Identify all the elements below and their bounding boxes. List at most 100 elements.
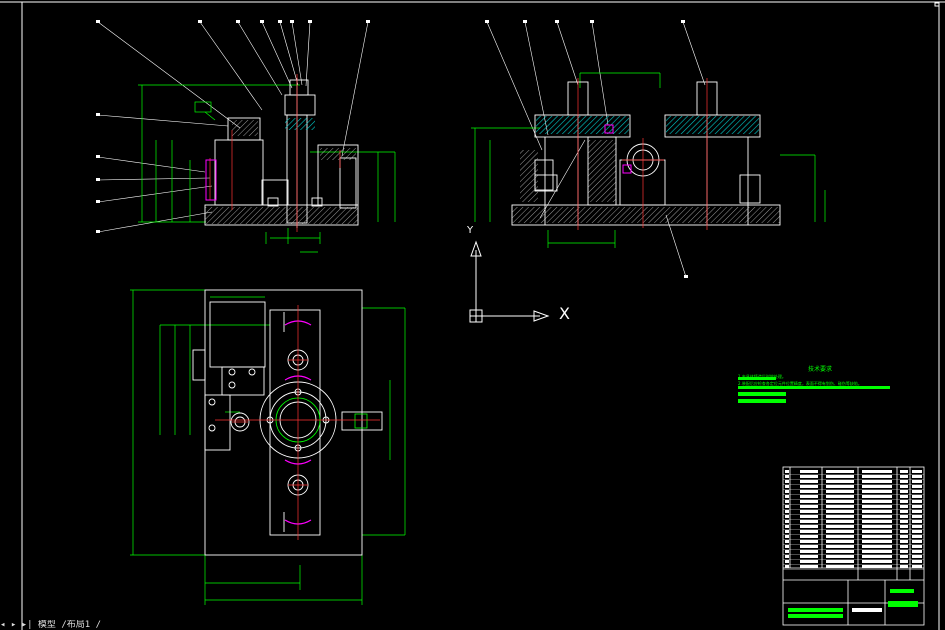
title-row-cell	[785, 485, 789, 488]
title-row-cell	[785, 525, 789, 528]
title-block[interactable]	[782, 466, 925, 626]
title-row-cell	[785, 505, 789, 508]
title-row-cell	[800, 530, 818, 533]
title-row-cell	[826, 555, 854, 558]
title-row-cell	[800, 535, 818, 538]
title-row-cell	[912, 545, 922, 548]
title-row-cell	[800, 485, 818, 488]
title-row-cell	[785, 510, 789, 513]
front-view-dimensions	[138, 84, 396, 253]
drawing-canvas[interactable]	[0, 0, 945, 630]
title-row-cell	[785, 475, 789, 478]
title-row-cell	[800, 555, 818, 558]
side-balloon-dots	[485, 20, 688, 278]
sheet-cell	[852, 608, 882, 612]
title-row-cell	[800, 470, 818, 473]
title-row-cell	[862, 530, 892, 533]
title-row-cell	[862, 560, 892, 563]
title-row-cell	[900, 560, 908, 563]
title-row-cell	[826, 535, 854, 538]
title-row-cell	[862, 470, 892, 473]
title-row-cell	[826, 505, 854, 508]
note-bar-3	[738, 399, 786, 403]
title-row-cell	[800, 525, 818, 528]
title-row-cell	[912, 535, 922, 538]
title-row-cell	[826, 530, 854, 533]
title-row-cell	[862, 565, 892, 568]
title-row-cell	[826, 545, 854, 548]
ucs-x-label: X	[559, 304, 570, 323]
title-row-cell	[785, 520, 789, 523]
title-row-cell	[912, 475, 922, 478]
title-row-cell	[862, 555, 892, 558]
title-row-cell	[862, 475, 892, 478]
title-row-cell	[800, 560, 818, 563]
title-row-cell	[912, 470, 922, 473]
top-view[interactable]	[130, 289, 406, 605]
title-row-cell	[900, 540, 908, 543]
title-row-cell	[826, 560, 854, 563]
title-row-cell	[862, 480, 892, 483]
title-row-cell	[900, 500, 908, 503]
title-row-cell	[912, 540, 922, 543]
note-line-1: 1.夹具体铸造后时效处理。	[738, 374, 786, 379]
title-row-cell	[826, 485, 854, 488]
title-row-cell	[862, 525, 892, 528]
title-row-cell	[800, 565, 818, 568]
title-row-cell	[900, 555, 908, 558]
title-row-cell	[900, 480, 908, 483]
title-row-cell	[800, 500, 818, 503]
title-row-cell	[785, 480, 789, 483]
title-row-cell	[912, 565, 922, 568]
title-row-cell	[785, 470, 789, 473]
front-view[interactable]	[96, 20, 396, 253]
title-row-cell	[826, 475, 854, 478]
title-row-cell	[785, 500, 789, 503]
title-row-cell	[912, 490, 922, 493]
title-row-cell	[785, 530, 789, 533]
title-row-cell	[862, 490, 892, 493]
title-row-cell	[900, 510, 908, 513]
title-row-cell	[912, 510, 922, 513]
title-row-cell	[862, 495, 892, 498]
title-row-cell	[785, 560, 789, 563]
side-view[interactable]	[471, 20, 826, 278]
layout-tabs-bar[interactable]: ◂ ▸ ▸| 模型 /布局1 /	[0, 620, 160, 630]
title-row-cell	[912, 515, 922, 518]
title-row-cell	[912, 485, 922, 488]
title-row-cell	[912, 555, 922, 558]
checker-cell	[788, 614, 843, 618]
title-row-cell	[785, 555, 789, 558]
title-row-cell	[800, 490, 818, 493]
title-row-cell	[912, 525, 922, 528]
title-row-cell	[826, 480, 854, 483]
title-row-cell	[785, 540, 789, 543]
title-row-cell	[826, 520, 854, 523]
title-row-cell	[900, 525, 908, 528]
title-row-cell	[912, 550, 922, 553]
title-row-cell	[900, 545, 908, 548]
drawing-name-cell	[888, 601, 918, 607]
title-row-cell	[826, 515, 854, 518]
title-row-cell	[900, 535, 908, 538]
title-row-cell	[900, 565, 908, 568]
title-row-cell	[912, 520, 922, 523]
title-row-cell	[826, 500, 854, 503]
title-row-cell	[826, 565, 854, 568]
scale-cell	[890, 589, 914, 593]
title-row-cell	[826, 495, 854, 498]
notes-title: 技术要求	[808, 366, 833, 373]
title-row-cell	[800, 520, 818, 523]
title-row-cell	[900, 485, 908, 488]
title-row-cell	[862, 520, 892, 523]
title-row-cell	[862, 540, 892, 543]
title-row-cell	[862, 535, 892, 538]
title-row-cell	[826, 540, 854, 543]
front-view-springs	[205, 159, 217, 201]
title-row-cell	[800, 505, 818, 508]
title-row-cell	[826, 525, 854, 528]
title-row-cell	[826, 510, 854, 513]
title-row-cell	[862, 550, 892, 553]
title-row-cell	[912, 500, 922, 503]
designer-cell	[788, 608, 843, 612]
